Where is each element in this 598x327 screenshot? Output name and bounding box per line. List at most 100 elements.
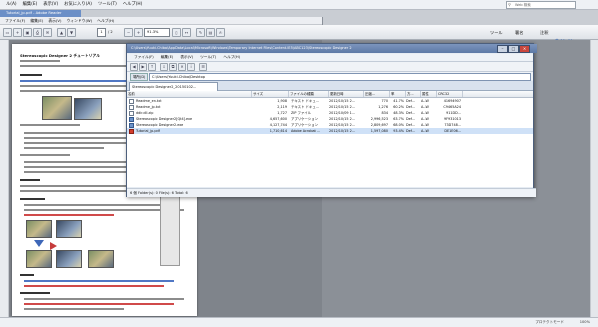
explorer-toolbar: ◀ ▶ ↑ ⇩ ⧉ ✕ i ☰ <box>127 62 533 72</box>
fit-page-icon[interactable]: ▯ <box>172 28 181 37</box>
maximize-icon[interactable]: □ <box>508 45 519 53</box>
sign-button[interactable]: 署名 <box>515 28 523 37</box>
page-total: / 2 <box>108 30 113 34</box>
address-input[interactable]: C:\Users\Yuuki.Chiba\Desktop <box>149 73 531 81</box>
file-name: Tutorial_jp.pdf <box>136 129 160 133</box>
text-file-icon <box>129 110 134 116</box>
explorer-menu-edit[interactable]: 編集(E) <box>161 54 174 61</box>
print-icon[interactable]: ⎙ <box>33 28 42 37</box>
save-icon[interactable]: ▣ <box>23 28 32 37</box>
pdf-menu-edit[interactable]: 編集(E) <box>30 17 43 24</box>
comment-icon[interactable]: ✎ <box>196 28 205 37</box>
create-icon[interactable]: + <box>13 28 22 37</box>
comment-button[interactable]: 注釈 <box>540 28 548 37</box>
pdf-file-icon <box>129 128 134 134</box>
explorer-titlebar[interactable]: C:\Users\Yuuki.Chiba\AppData\Local\Micro… <box>127 44 537 53</box>
cell-method: Def... <box>406 129 415 133</box>
column-header-attr[interactable]: 属性 <box>421 91 437 97</box>
page-number-input[interactable]: 1 <box>97 28 106 37</box>
column-header-name[interactable]: 名前 <box>127 91 252 97</box>
browser-menu-view[interactable]: 表示(V) <box>43 0 58 9</box>
info-icon[interactable]: i <box>187 63 195 71</box>
zoom-select[interactable]: 91.3% <box>144 28 170 37</box>
explorer-statusbar: 6 個 Folder(s): 0 File(s): 6 Total: 6 <box>127 188 536 197</box>
fit-width-icon[interactable]: ↔ <box>182 28 191 37</box>
cell-attr: A--W <box>421 129 429 133</box>
column-header-packed[interactable]: 圧縮... <box>364 91 390 97</box>
file-list: 名前 サイズ ファイルの種類 更新日時 圧縮... 率 方... 属性 CRC3… <box>127 91 533 187</box>
exe-file-icon <box>129 116 134 122</box>
explorer-menu-tools[interactable]: ツール(T) <box>200 54 216 61</box>
file-name: Readme_en.txt <box>136 99 162 103</box>
explorer-tab[interactable]: Stereoscopic Designer2_20150102... <box>129 82 218 91</box>
browser-menu-tools[interactable]: ツール(T) <box>98 0 117 9</box>
pdf-menu-help[interactable]: ヘルプ(H) <box>97 17 114 24</box>
file-name: ddir.dll.zip <box>136 111 154 115</box>
column-header-type[interactable]: ファイルの種類 <box>289 91 329 97</box>
search-icon: ⚲ <box>508 2 511 7</box>
sign-icon[interactable]: ✍ <box>216 28 225 37</box>
file-row[interactable]: Tutorial_jp.pdf 1,710,614 Adobe Acrobat ..… <box>127 128 533 134</box>
highlight-icon[interactable]: ▤ <box>206 28 215 37</box>
explorer-addressbar: 場所(D) C:\Users\Yuuki.Chiba\Desktop <box>127 72 533 81</box>
up-folder-icon[interactable]: ↑ <box>148 63 156 71</box>
pdf-menu-file[interactable]: ファイル(F) <box>5 17 25 24</box>
cell-size: 1,710,614 <box>269 129 287 133</box>
explorer-menu-help[interactable]: ヘルプ(H) <box>223 54 240 61</box>
cell-type: Adobe Acrobat ... <box>291 129 321 133</box>
doc-thumbnail-strip <box>160 194 180 266</box>
browser-search-placeholder: Web 検索 <box>515 3 531 7</box>
cell-crc: DE1E06... <box>444 129 461 133</box>
pdf-menu-window[interactable]: ウィンドウ(W) <box>66 17 92 24</box>
pdf-menu-view[interactable]: 表示(V) <box>48 17 61 24</box>
browser-tab[interactable]: Tutorial_jp.pdf - Adobe Reader <box>0 10 81 17</box>
doc-heading: Stereoscopic Designer 2 チュートリアル <box>20 53 100 58</box>
email-icon[interactable]: ✉ <box>43 28 52 37</box>
text-file-icon <box>129 104 134 110</box>
file-name: Stereoscopic Designer2[Qt4].exe <box>136 117 193 121</box>
explorer-tabbar: Stereoscopic Designer2_20150102... <box>127 81 533 91</box>
browser-menu-help[interactable]: ヘルプ(H) <box>123 0 142 9</box>
back-icon[interactable]: ◀ <box>130 63 138 71</box>
forward-icon[interactable]: ▶ <box>139 63 147 71</box>
column-header-size[interactable]: サイズ <box>252 91 289 97</box>
extract-icon[interactable]: ⇩ <box>160 63 168 71</box>
cell-name: Tutorial_jp.pdf <box>129 128 250 134</box>
column-header-date[interactable]: 更新日時 <box>329 91 364 97</box>
file-name: Stereoscopic Designer2.exe <box>136 123 184 127</box>
column-header-method[interactable]: 方... <box>406 91 421 97</box>
text-file-icon <box>129 98 134 104</box>
browser-menu-file[interactable]: ル(A) <box>6 0 17 9</box>
browser-menu-edit[interactable]: 編集(E) <box>23 0 38 9</box>
zoom-out-icon[interactable]: − <box>124 28 133 37</box>
zoom-in-icon[interactable]: + <box>134 28 143 37</box>
page-down-icon[interactable]: ▼ <box>67 28 76 37</box>
page-up-icon[interactable]: ▲ <box>57 28 66 37</box>
explorer-menubar: ファイル(F) 編集(E) 表示(V) ツール(T) ヘルプ(H) <box>127 54 533 62</box>
explorer-status-text: 6 個 Folder(s): 0 File(s): 6 Total: 6 <box>130 191 188 195</box>
file-name: Readme_jp.txt <box>136 105 161 109</box>
column-header-ratio[interactable]: 率 <box>390 91 406 97</box>
file-list-header: 名前 サイズ ファイルの種類 更新日時 圧縮... 率 方... 属性 CRC3… <box>127 91 533 98</box>
explorer-menu-view[interactable]: 表示(V) <box>180 54 193 61</box>
cell-ratio: 93.4% <box>393 129 404 133</box>
delete-icon[interactable]: ✕ <box>178 63 186 71</box>
minimize-icon[interactable]: – <box>497 45 508 53</box>
copy-icon[interactable]: ⧉ <box>169 63 177 71</box>
pdf-toolbar: ▭ + ▣ ⎙ ✉ ▲ ▼ 1 / 2 − + 91.3% ▯ ↔ ✎ ▤ ✍ … <box>0 25 598 40</box>
column-header-crc[interactable]: CRC32 <box>437 91 463 97</box>
exe-file-icon <box>129 122 134 128</box>
explorer-title: C:\Users\Yuuki.Chiba\AppData\Local\Micro… <box>131 46 352 50</box>
browser-menu-favorites[interactable]: お気に入り(A) <box>64 0 92 9</box>
browser-menubar: ル(A) 編集(E) 表示(V) お気に入り(A) ツール(T) ヘルプ(H) ⚲ Web … <box>0 0 598 10</box>
view-icon[interactable]: ☰ <box>199 63 207 71</box>
tools-button[interactable]: ツール <box>490 28 503 37</box>
browser-search-input[interactable]: ⚲ Web 検索 <box>506 1 576 9</box>
open-icon[interactable]: ▭ <box>3 28 12 37</box>
pdf-navigation-pane[interactable] <box>0 40 9 317</box>
cell-packed: 1,597,080 <box>370 129 388 133</box>
pdf-vertical-scrollbar[interactable] <box>590 40 598 317</box>
close-icon[interactable]: × <box>519 45 530 53</box>
explorer-menu-file[interactable]: ファイル(F) <box>134 54 154 61</box>
pdf-menubar: ファイル(F) 編集(E) 表示(V) ウィンドウ(W) ヘルプ(H) <box>0 17 322 25</box>
